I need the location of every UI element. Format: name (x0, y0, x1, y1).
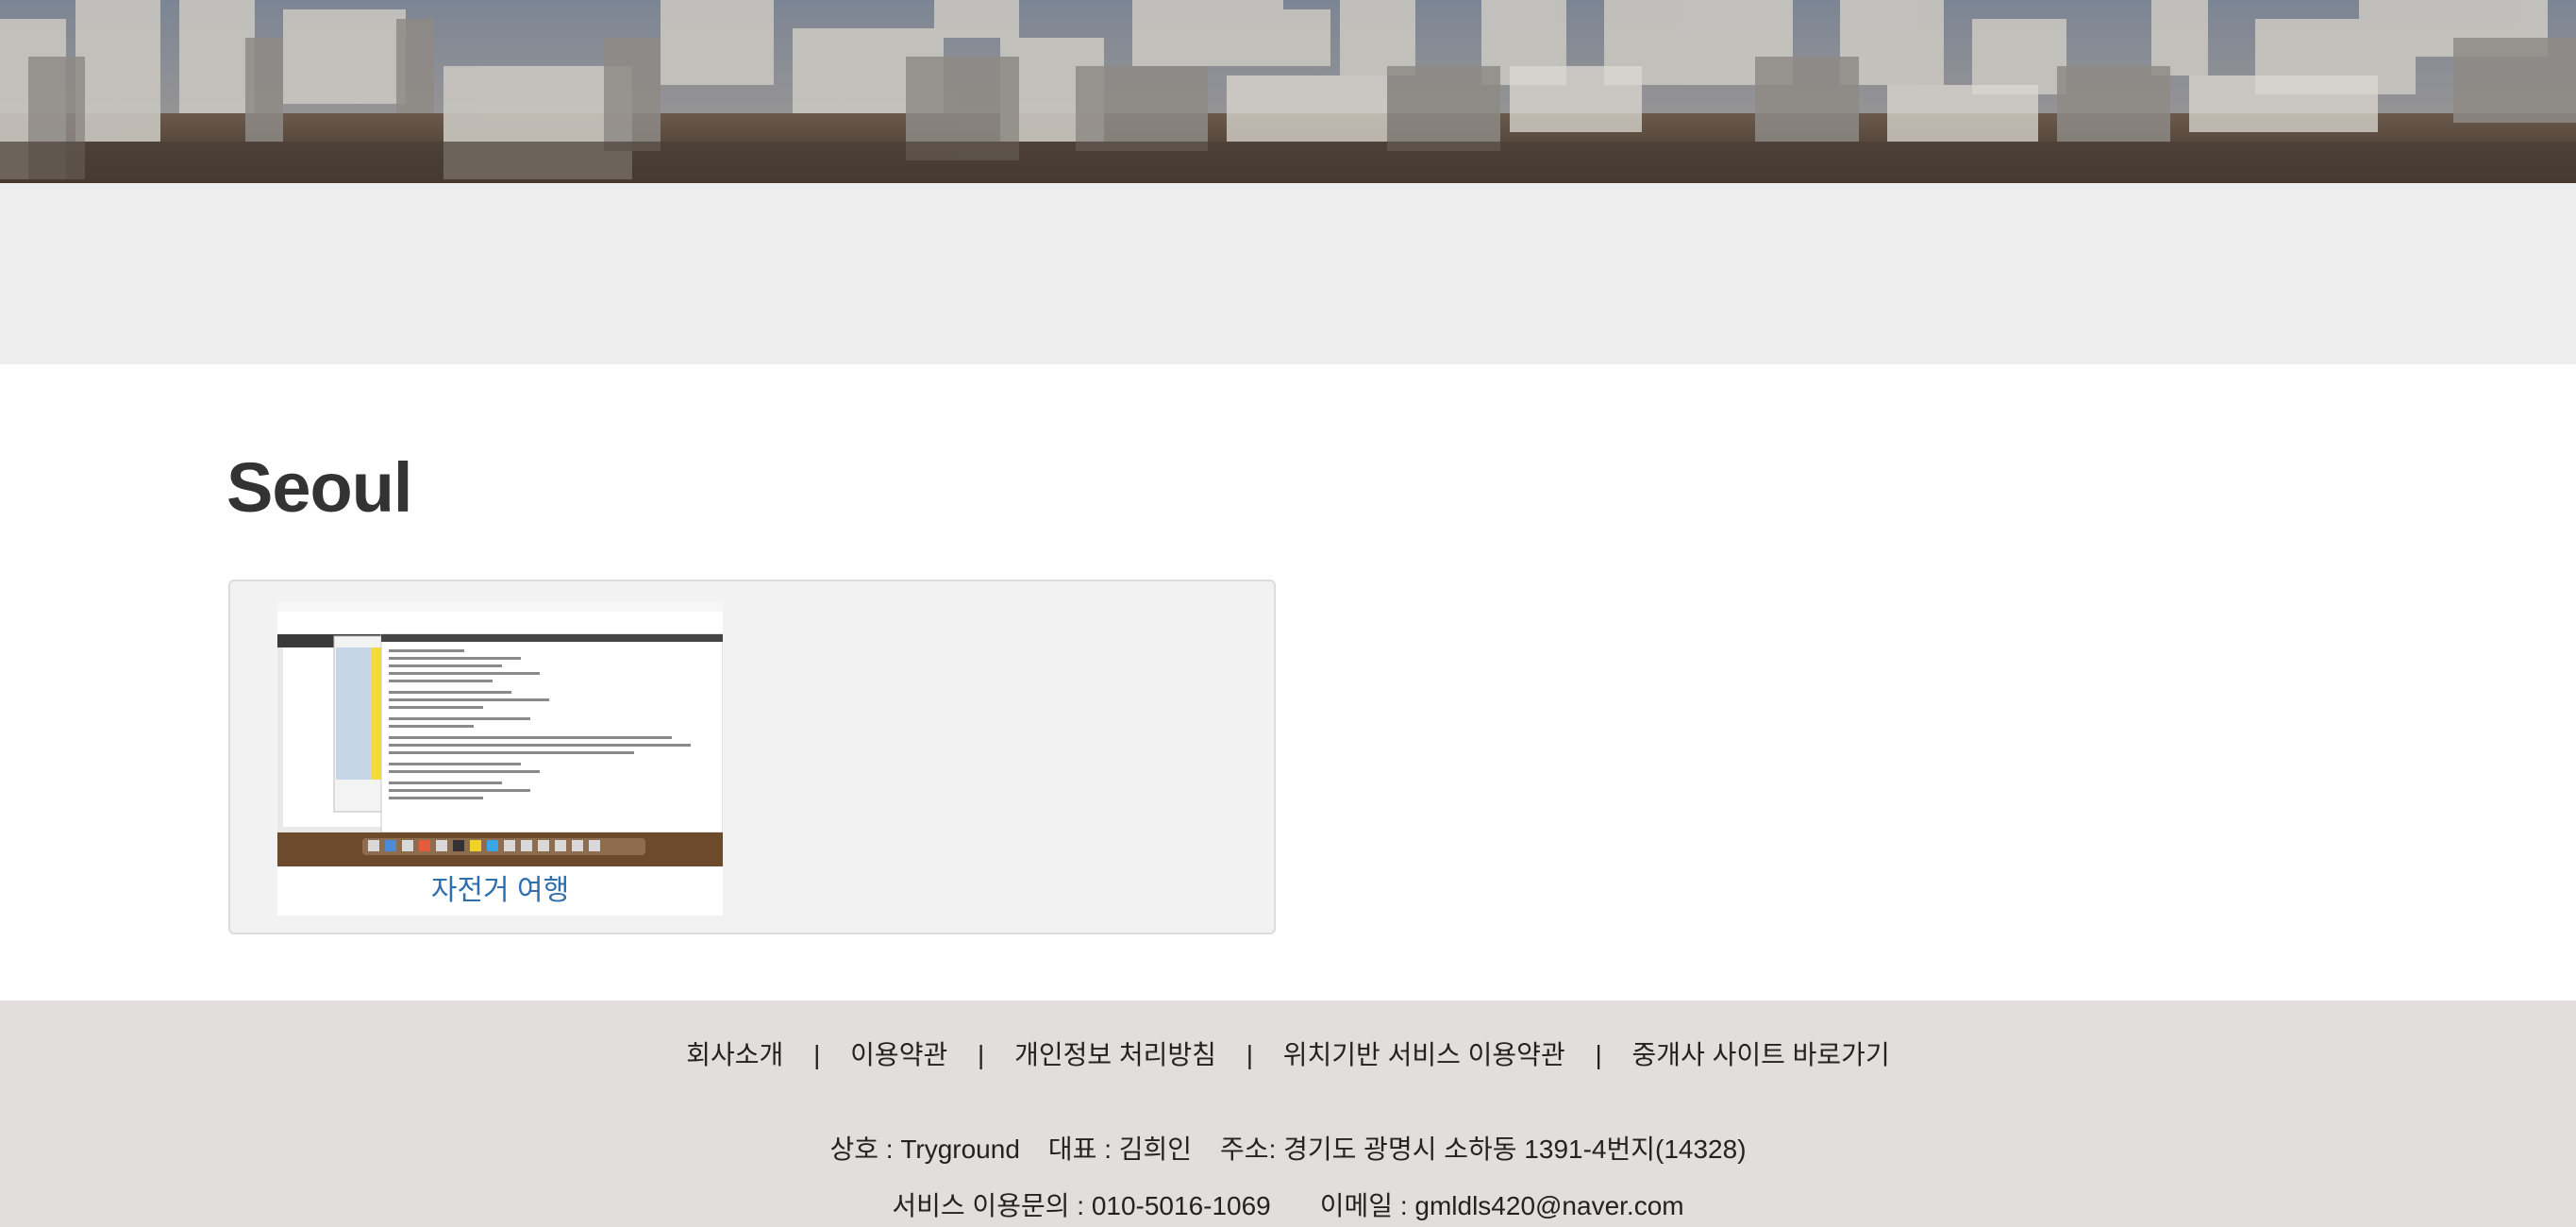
gallery-panel: 자전거 여행 (228, 580, 1276, 934)
footer-separator: | (978, 1040, 985, 1069)
card-caption-link[interactable]: 자전거 여행 (277, 868, 723, 914)
site-footer: 회사소개 | 이용약관 | 개인정보 처리방침 | 위치기반 서비스 이용약관 … (0, 1000, 2576, 1227)
city-skyline-image (0, 0, 2576, 183)
gallery-card[interactable]: 자전거 여행 (277, 602, 723, 916)
contact-phone: 서비스 이용문의 : 010-5016-1069 (892, 1191, 1271, 1220)
footer-nav: 회사소개 | 이용약관 | 개인정보 처리방침 | 위치기반 서비스 이용약관 … (0, 1036, 2576, 1074)
footer-separator: | (813, 1040, 821, 1069)
header-banner-image (0, 0, 2576, 183)
footer-link-location-terms[interactable]: 위치기반 서비스 이용약관 (1283, 1040, 1565, 1069)
company-ceo: 대표 : 김희인 (1047, 1135, 1193, 1164)
footer-link-terms[interactable]: 이용약관 (850, 1040, 947, 1069)
card-thumbnail-image[interactable] (277, 602, 723, 866)
footer-link-privacy[interactable]: 개인정보 처리방침 (1014, 1040, 1216, 1069)
footer-company-info: 상호 : Tryground 대표 : 김희인 주소: 경기도 광명시 소하동 13… (0, 1131, 2576, 1168)
company-name: 상호 : Tryground (829, 1135, 1020, 1164)
footer-link-broker-site[interactable]: 중개사 사이트 바로가기 (1632, 1040, 1890, 1069)
screenshot-thumbnail (277, 602, 723, 866)
footer-separator: | (1246, 1040, 1253, 1069)
hero-gray-band (0, 183, 2576, 364)
company-address: 주소: 경기도 광명시 소하동 1391-4번지(14328) (1220, 1135, 1747, 1164)
page-title: Seoul (226, 448, 412, 527)
footer-contact-info: 서비스 이용문의 : 010-5016-1069 이메일 : gmldls420@… (0, 1187, 2576, 1225)
footer-link-about[interactable]: 회사소개 (686, 1040, 783, 1069)
footer-separator: | (1595, 1040, 1602, 1069)
contact-email: 이메일 : gmldls420@naver.com (1319, 1191, 1684, 1220)
